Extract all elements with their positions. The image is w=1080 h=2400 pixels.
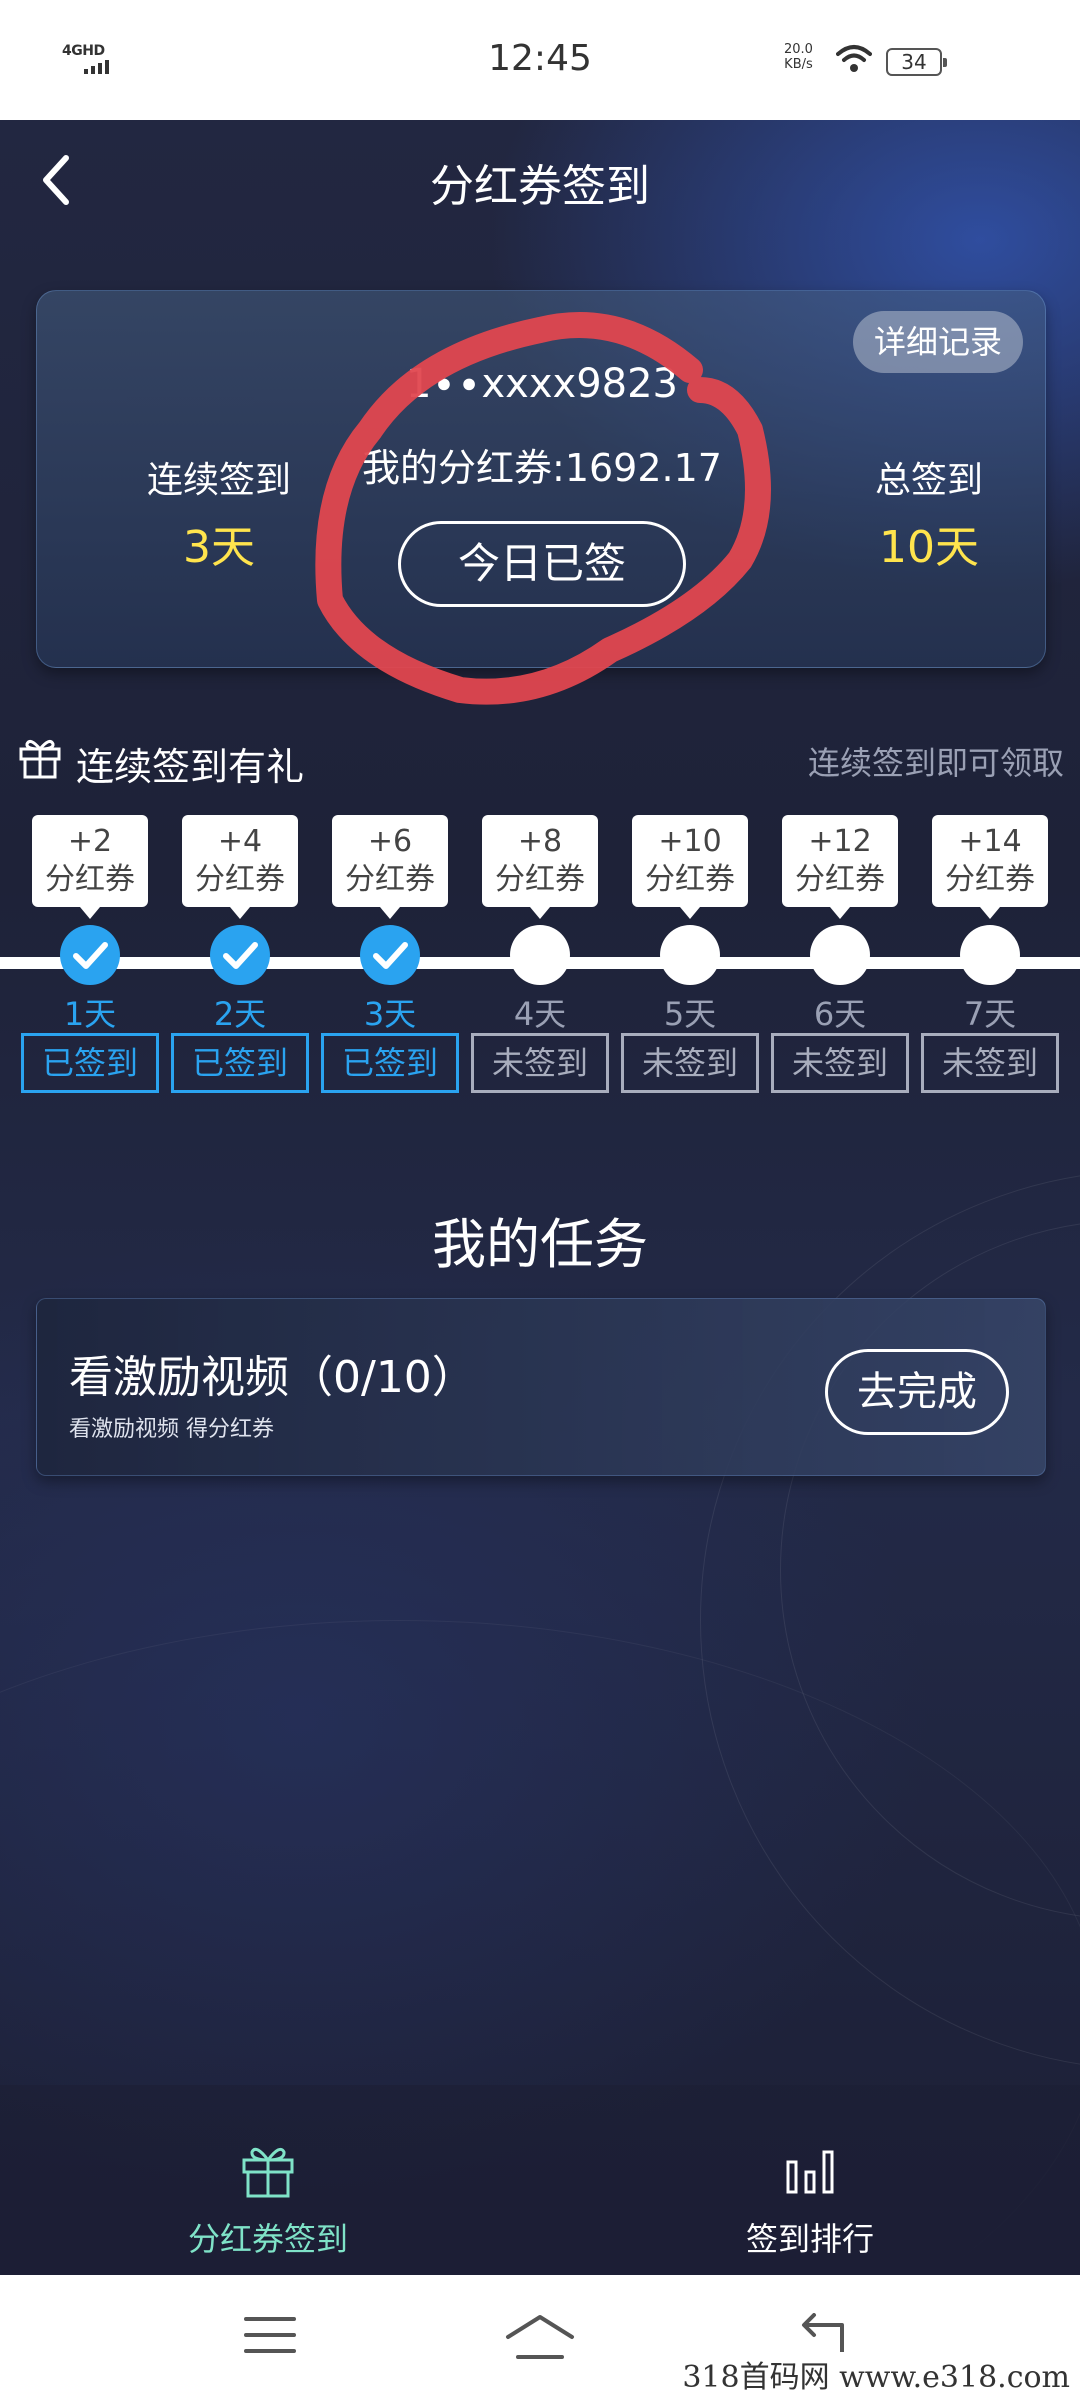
checkin-status-tag: 已签到 <box>21 1033 159 1093</box>
task-card: 看激励视频（0/10） 看激励视频 得分红券 去完成 <box>36 1298 1046 1476</box>
total-label: 总签到 <box>874 460 983 501</box>
day-label: 1天 <box>63 995 117 1033</box>
complete-task-button[interactable]: 去完成 <box>825 1349 1009 1435</box>
section-title: 连续签到有礼 <box>76 745 305 789</box>
reward-amount: +14 <box>958 824 1022 859</box>
account-number: 1∙∙xxxx9823 <box>405 361 678 407</box>
signed-today-button[interactable]: 今日已签 <box>398 521 686 607</box>
wifi-icon <box>836 45 872 72</box>
checkin-status-tag: 未签到 <box>471 1033 609 1093</box>
checked-dot <box>60 925 120 985</box>
page-title: 分红券签到 <box>430 161 650 212</box>
section-hint: 连续签到即可领取 <box>807 744 1064 782</box>
reward-unit: 分红券 <box>945 862 1035 897</box>
day-label: 6天 <box>813 995 867 1033</box>
reward-amount: +6 <box>367 824 413 859</box>
day-label: 4天 <box>513 995 567 1033</box>
tasks-title: 我的任务 <box>432 1213 648 1276</box>
tab-checkin-ranking[interactable]: 签到排行 <box>660 2140 960 2260</box>
day-label: 2天 <box>213 995 267 1033</box>
gift-icon <box>242 2147 294 2198</box>
streak-value: 3天 <box>183 522 255 573</box>
day-item: +6 分红券 3天 已签到 <box>315 815 465 1095</box>
unchecked-dot <box>810 925 870 985</box>
checked-dot <box>210 925 270 985</box>
day-item: +8 分红券 4天 未签到 <box>465 815 615 1095</box>
reward-unit: 分红券 <box>345 862 435 897</box>
checkin-status-tag: 未签到 <box>621 1033 759 1093</box>
unchecked-dot <box>510 925 570 985</box>
checkin-status-tag: 已签到 <box>321 1033 459 1093</box>
reward-amount: +8 <box>517 824 563 859</box>
day-item: +4 分红券 2天 已签到 <box>165 815 315 1095</box>
summary-card: 详细记录 连续签到 3天 1∙∙xxxx9823 我的分红券:1692.17 今… <box>36 290 1046 668</box>
reward-bubble: +10 分红券 <box>632 815 748 919</box>
watermark: 318首码网 www.e318.com <box>676 2352 1076 2396</box>
unchecked-dot <box>660 925 720 985</box>
task-subtitle: 看激励视频 得分红券 <box>69 1417 274 1442</box>
checkin-status-tag: 未签到 <box>921 1033 1059 1093</box>
reward-unit: 分红券 <box>45 862 135 897</box>
reward-bubble: +4 分红券 <box>182 815 298 919</box>
reward-unit: 分红券 <box>195 862 285 897</box>
check-icon <box>373 942 408 969</box>
tab-label: 签到排行 <box>745 2220 874 2258</box>
speed-value: 20.0 <box>784 42 813 57</box>
tab-coupon-checkin[interactable]: 分红券签到 <box>118 2140 418 2260</box>
checked-dot <box>360 925 420 985</box>
checkin-status-tag: 未签到 <box>771 1033 909 1093</box>
reward-amount: +2 <box>67 824 113 859</box>
checkin-status-tag: 已签到 <box>171 1033 309 1093</box>
total-value: 10天 <box>879 522 979 573</box>
reward-amount: +10 <box>658 824 722 859</box>
check-icon <box>73 942 108 969</box>
status-bar: 4GHD 12:45 20.0 KB/s 34 <box>0 0 1080 120</box>
reward-unit: 分红券 <box>495 862 585 897</box>
speed-unit: KB/s <box>784 57 813 72</box>
reward-bubble: +2 分红券 <box>32 815 148 919</box>
bar-chart-icon <box>786 2150 834 2194</box>
day-label: 7天 <box>963 995 1017 1033</box>
gift-icon <box>19 739 61 779</box>
day-item: +10 分红券 5天 未签到 <box>615 815 765 1095</box>
check-icon <box>223 942 258 969</box>
day-item: +2 分红券 1天 已签到 <box>15 815 165 1095</box>
reward-bubble: +12 分红券 <box>782 815 898 919</box>
reward-bubble: +8 分红券 <box>482 815 598 919</box>
reward-unit: 分红券 <box>645 862 735 897</box>
day-item: +12 分红券 6天 未签到 <box>765 815 915 1095</box>
reward-amount: +12 <box>808 824 872 859</box>
menu-icon[interactable] <box>244 2313 296 2357</box>
network-speed: 20.0 KB/s <box>784 42 813 72</box>
day-item: +14 分红券 7天 未签到 <box>915 815 1065 1095</box>
reward-bubble: +14 分红券 <box>932 815 1048 919</box>
day-label: 3天 <box>363 995 417 1033</box>
battery-icon: 34 <box>886 48 947 76</box>
reward-amount: +4 <box>217 824 263 859</box>
day-label: 5天 <box>663 995 717 1033</box>
tab-label: 分红券签到 <box>187 2220 348 2258</box>
reward-bubble: +6 分红券 <box>332 815 448 919</box>
home-icon[interactable] <box>504 2313 576 2361</box>
reward-unit: 分红券 <box>795 862 885 897</box>
task-title: 看激励视频（0/10） <box>69 1352 476 1403</box>
unchecked-dot <box>960 925 1020 985</box>
